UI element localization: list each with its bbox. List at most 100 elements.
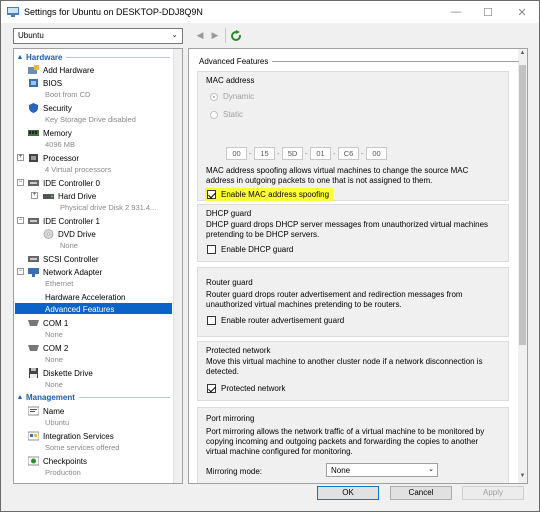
- shield-icon: [29, 103, 38, 113]
- close-button[interactable]: ✕: [507, 1, 537, 23]
- mac-address-group: MAC address Dynamic Static 00 - 15 - 5D …: [197, 71, 509, 201]
- tree-item-hard-drive[interactable]: Hard Drive: [43, 190, 96, 202]
- refresh-icon[interactable]: [230, 29, 242, 42]
- mac-octet-3[interactable]: 5D: [282, 147, 303, 160]
- maximize-button[interactable]: ☐: [473, 1, 503, 23]
- tree-item-diskette-drive[interactable]: Diskette Drive: [28, 367, 93, 379]
- title-bar: Settings for Ubuntu on DESKTOP-DDJ8Q9N —…: [1, 1, 539, 23]
- expand-processor-icon[interactable]: +: [17, 154, 24, 161]
- hard-drive-icon: [43, 194, 54, 199]
- tree-item-dvd-drive[interactable]: DVD Drive: [43, 228, 96, 240]
- hyper-v-settings-icon: [7, 7, 19, 17]
- protected-network-checkbox[interactable]: [207, 383, 216, 393]
- forward-arrow-icon[interactable]: ▶: [209, 29, 221, 42]
- dynamic-radio[interactable]: Dynamic: [210, 92, 254, 101]
- serial-port-icon: [28, 345, 39, 351]
- mac-octet-6[interactable]: 00: [366, 147, 387, 160]
- tree-item-processor[interactable]: Processor: [28, 152, 79, 164]
- mac-spoofing-description: MAC address spoofing allows virtual mach…: [206, 166, 469, 185]
- static-radio-button[interactable]: [210, 110, 218, 119]
- collapse-network-icon[interactable]: −: [17, 268, 24, 275]
- vm-selector-dropdown[interactable]: Ubuntu ⌄: [13, 28, 183, 44]
- tree-item-hard-drive-detail: Physical drive Disk 2 931.4...: [60, 203, 157, 212]
- tree-item-security-detail: Key Storage Drive disabled: [45, 115, 136, 124]
- mac-spoofing-checkbox[interactable]: [207, 189, 216, 199]
- mac-spoofing-checkbox-row[interactable]: Enable MAC address spoofing: [205, 187, 334, 201]
- tree-item-integration-detail: Some services offered: [45, 443, 120, 452]
- dhcp-guard-group: DHCP guard DHCP guard drops DHCP server …: [197, 204, 509, 262]
- floppy-disk-icon: [29, 368, 38, 378]
- tree-item-diskette-detail: None: [45, 380, 63, 389]
- dhcp-guard-checkbox-row[interactable]: Enable DHCP guard: [207, 243, 293, 255]
- tree-item-memory-detail: 4096 MB: [45, 140, 76, 149]
- protected-network-description: Move this virtual machine to another clu…: [206, 357, 483, 376]
- router-guard-checkbox-row[interactable]: Enable router advertisement guard: [207, 314, 344, 326]
- mac-octet-1[interactable]: 00: [226, 147, 247, 160]
- panel-scrollbar[interactable]: ▲ ▼: [518, 49, 527, 483]
- tree-item-bios-detail: Boot from CD: [45, 90, 91, 99]
- tree-item-scsi-controller[interactable]: SCSI Controller: [28, 253, 99, 265]
- scroll-up-icon[interactable]: ▲: [518, 50, 527, 59]
- tree-item-security[interactable]: Security: [28, 102, 72, 114]
- cancel-button[interactable]: Cancel: [390, 486, 452, 500]
- dhcp-guard-description: DHCP guard drops DHCP server messages fr…: [206, 220, 489, 239]
- tree-item-hardware-acceleration[interactable]: Hardware Acceleration: [45, 291, 125, 303]
- controller-icon: [28, 180, 39, 186]
- vm-selector-value: Ubuntu: [18, 31, 44, 40]
- mirroring-mode-label: Mirroring mode:: [206, 466, 263, 476]
- management-section-header[interactable]: ▲ Management: [14, 391, 174, 403]
- tree-item-com1[interactable]: COM 1: [28, 317, 68, 329]
- router-guard-description: Router guard drops router advertisement …: [206, 290, 463, 309]
- static-radio[interactable]: Static: [210, 110, 243, 119]
- tree-item-ide-controller-0[interactable]: IDE Controller 0: [28, 177, 100, 189]
- mac-octet-2[interactable]: 15: [254, 147, 275, 160]
- tree-item-checkpoints[interactable]: Checkpoints: [28, 455, 87, 467]
- chevron-down-icon: ⌄: [428, 466, 434, 473]
- tree-item-name[interactable]: Name: [28, 405, 64, 417]
- dhcp-guard-title: DHCP guard: [206, 209, 252, 218]
- hardware-section-header[interactable]: ▲ Hardware: [14, 51, 174, 63]
- mac-octet-4[interactable]: 01: [310, 147, 331, 160]
- collapse-ide0-icon[interactable]: −: [17, 179, 24, 186]
- mac-address-title: MAC address: [206, 76, 255, 85]
- tree-item-add-hardware[interactable]: Add Hardware: [28, 64, 94, 76]
- minimize-button[interactable]: —: [441, 1, 471, 23]
- mac-octet-5[interactable]: C6: [338, 147, 359, 160]
- chevron-down-icon: ⌄: [171, 30, 178, 39]
- back-arrow-icon[interactable]: ◀: [194, 29, 206, 42]
- serial-port-icon: [28, 320, 39, 326]
- toolbar-divider: [225, 28, 226, 43]
- scroll-down-icon[interactable]: ▼: [518, 473, 527, 482]
- router-guard-group: Router guard Router guard drops router a…: [197, 267, 509, 337]
- processor-icon: [29, 154, 38, 162]
- mirroring-mode-dropdown[interactable]: None ⌄: [326, 463, 438, 477]
- protected-network-checkbox-row[interactable]: Protected network: [207, 382, 285, 394]
- dhcp-guard-checkbox[interactable]: [207, 244, 216, 254]
- collapse-ide1-icon[interactable]: −: [17, 217, 24, 224]
- port-mirroring-group: Port mirroring Port mirroring allows the…: [197, 407, 509, 483]
- memory-icon: [28, 130, 39, 136]
- ok-button[interactable]: OK: [317, 486, 379, 500]
- dynamic-radio-button[interactable]: [210, 92, 218, 101]
- dvd-icon: [43, 229, 54, 239]
- tree-scrollbar[interactable]: [173, 49, 182, 483]
- tree-item-integration-services[interactable]: Integration Services: [28, 430, 114, 442]
- router-guard-checkbox[interactable]: [207, 315, 216, 325]
- tree-item-com2[interactable]: COM 2: [28, 342, 68, 354]
- tree-item-com1-detail: None: [45, 330, 63, 339]
- tree-item-memory[interactable]: Memory: [28, 127, 72, 139]
- checkpoint-icon: [28, 456, 39, 466]
- add-hardware-icon: [28, 65, 39, 74]
- protected-network-title: Protected network: [206, 346, 271, 355]
- tree-item-name-detail: Ubuntu: [45, 418, 70, 427]
- tree-item-checkpoints-detail: Production: [45, 468, 81, 477]
- tree-item-network-adapter[interactable]: Network Adapter: [28, 266, 102, 278]
- tree-item-advanced-features[interactable]: Advanced Features: [45, 303, 114, 315]
- apply-button[interactable]: Apply: [462, 486, 524, 500]
- scrollbar-thumb[interactable]: [519, 65, 526, 345]
- controller-icon: [28, 256, 39, 262]
- expand-hard-drive-icon[interactable]: +: [31, 192, 38, 199]
- tree-item-ide-controller-1[interactable]: IDE Controller 1: [28, 215, 100, 227]
- tree-item-bios[interactable]: BIOS: [28, 77, 62, 89]
- controller-icon: [28, 218, 39, 224]
